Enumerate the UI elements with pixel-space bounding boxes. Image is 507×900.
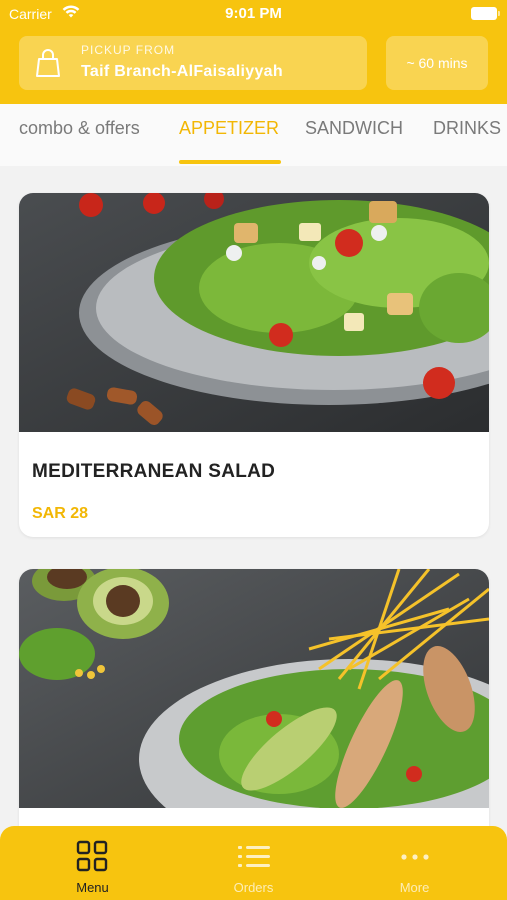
product-card[interactable]: MEDITERRANEAN SALAD SAR 28: [19, 193, 489, 537]
pickup-branch-name: Taif Branch-AlFaisaliyyah: [81, 63, 283, 80]
list-icon: [238, 846, 270, 867]
product-card[interactable]: [19, 569, 489, 859]
nav-more[interactable]: More: [330, 826, 499, 900]
bottom-navigation: Menu Orders More: [0, 826, 507, 900]
tab-drinks[interactable]: DRINKS: [433, 118, 501, 139]
tab-appetizer[interactable]: APPETIZER: [179, 118, 279, 139]
eta-badge[interactable]: ~ 60 mins: [386, 36, 488, 90]
product-image-chicken-salad: [19, 569, 489, 808]
product-name: MEDITERRANEAN SALAD: [32, 461, 276, 482]
tab-sandwich[interactable]: SANDWICH: [305, 118, 403, 139]
product-image-salad: [19, 193, 489, 432]
product-price: SAR 28: [32, 505, 89, 522]
pickup-branch-selector[interactable]: PICKUP FROM Taif Branch-AlFaisaliyyah: [19, 36, 367, 90]
header: Carrier 9:01 PM PICKUP FROM Taif Branch-…: [0, 0, 507, 104]
status-time: 9:01 PM: [225, 5, 282, 22]
active-tab-indicator: [179, 160, 281, 164]
battery-icon: [471, 7, 500, 20]
nav-more-label: More: [399, 880, 430, 895]
shopping-bag-icon: [36, 49, 60, 77]
more-dots-icon: [401, 854, 429, 860]
nav-menu-label: Menu: [76, 880, 109, 895]
grid-icon: [76, 840, 108, 872]
nav-orders[interactable]: Orders: [169, 826, 338, 900]
category-tabs: combo & offers APPETIZER SANDWICH DRINKS: [0, 104, 507, 166]
tab-combo-offers[interactable]: combo & offers: [19, 118, 140, 139]
nav-menu[interactable]: Menu: [8, 826, 177, 900]
pickup-label: PICKUP FROM: [81, 43, 176, 57]
status-bar: Carrier 9:01 PM: [0, 0, 507, 28]
nav-orders-label: Orders: [233, 880, 274, 895]
